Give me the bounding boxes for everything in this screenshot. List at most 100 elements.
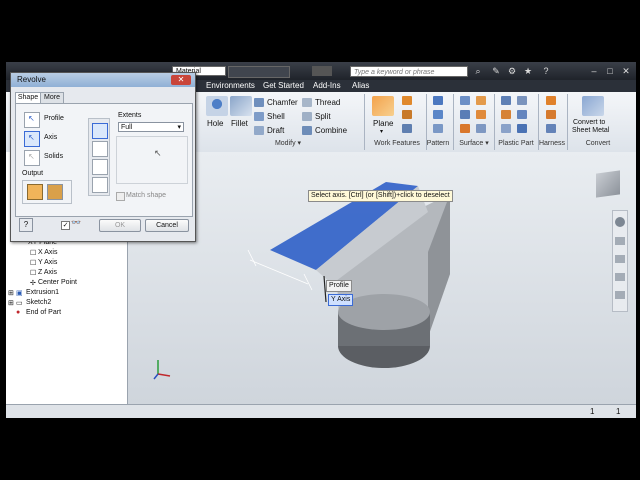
tab-get-started[interactable]: Get Started (263, 80, 304, 92)
profile-label: Profile (44, 115, 64, 122)
join-icon[interactable] (92, 123, 108, 139)
point-tool-icon[interactable] (402, 110, 412, 119)
fillet-button[interactable]: Fillet (231, 119, 248, 128)
split-button[interactable]: Split (315, 112, 331, 121)
group-work-features: Work Features (374, 140, 420, 147)
tab-add-ins[interactable]: Add-Ins (313, 80, 341, 92)
maximize-icon[interactable]: □ (604, 66, 616, 76)
tab-more[interactable]: More (40, 92, 64, 103)
tree-item-z-axis[interactable]: Z Axis (38, 269, 57, 276)
draft-icon (254, 126, 264, 135)
point-tree-icon: ✢ (30, 280, 36, 287)
plane-tree-icon: ☐ (30, 250, 37, 257)
convert-label-2[interactable]: Sheet Metal (572, 127, 609, 134)
star-icon[interactable]: ★ (522, 66, 534, 76)
help-icon[interactable]: ? (19, 218, 33, 232)
stitch-icon[interactable] (476, 96, 486, 105)
patch-icon[interactable] (476, 110, 486, 119)
plane-button[interactable]: Plane (373, 119, 393, 128)
chamfer-button[interactable]: Chamfer (267, 98, 298, 107)
hole-button[interactable]: Hole (207, 119, 223, 128)
trim-icon[interactable] (460, 124, 470, 133)
fillet-icon[interactable] (230, 96, 252, 116)
tab-alias[interactable]: Alias (352, 80, 369, 92)
dialog-close-icon[interactable]: ✕ (171, 75, 191, 85)
dimension-line (303, 273, 313, 291)
boss-icon[interactable] (517, 96, 527, 105)
view-cube[interactable] (596, 170, 620, 198)
chevron-down-icon[interactable]: ▾ (380, 128, 383, 135)
tree-item-x-axis[interactable]: X Axis (38, 249, 57, 256)
pan-icon[interactable] (615, 237, 625, 245)
look-at-icon[interactable] (615, 291, 625, 299)
cut-icon[interactable] (92, 141, 108, 157)
ok-button[interactable]: OK (99, 219, 141, 232)
match-shape-checkbox[interactable] (116, 192, 125, 201)
output-group (22, 180, 72, 204)
tree-item-extrusion1[interactable]: Extrusion1 (26, 289, 59, 296)
mirror-icon[interactable] (433, 124, 443, 133)
sheet-metal-icon[interactable] (582, 96, 604, 116)
ucs-tool-icon[interactable] (402, 124, 412, 133)
combine-button[interactable]: Combine (315, 126, 347, 135)
extents-select[interactable]: Full ▾ (118, 122, 184, 132)
solids-select-icon[interactable]: ↖ (24, 150, 40, 166)
rest-icon[interactable] (501, 110, 511, 119)
grill-icon[interactable] (501, 96, 511, 105)
snap-fit-icon[interactable] (517, 110, 527, 119)
new-solid-icon[interactable] (92, 177, 108, 193)
surface-output-icon[interactable] (47, 184, 63, 200)
minimize-icon[interactable]: – (588, 66, 600, 76)
shell-button[interactable]: Shell (267, 112, 285, 121)
tree-item-sketch2[interactable]: Sketch2 (26, 299, 51, 306)
axis-tool-icon[interactable] (402, 96, 412, 105)
zoom-icon[interactable] (615, 255, 625, 263)
plane-icon[interactable] (372, 96, 394, 116)
emboss-icon[interactable] (546, 124, 556, 133)
subscription-icon[interactable]: ⚙ (506, 66, 518, 76)
comm-center-icon[interactable]: ✎ (490, 66, 502, 76)
solid-output-icon[interactable] (27, 184, 43, 200)
extend-icon[interactable] (476, 124, 486, 133)
axis-select-icon[interactable]: ↖ (24, 131, 40, 147)
harness-props-icon[interactable] (546, 110, 556, 119)
orbit-icon[interactable] (615, 273, 625, 281)
steering-wheel-icon[interactable] (615, 217, 625, 227)
sculpt-icon[interactable] (460, 110, 470, 119)
tab-environments[interactable]: Environments (206, 80, 255, 92)
binoculars-icon[interactable]: ⌕ (472, 66, 484, 76)
cancel-button[interactable]: Cancel (145, 219, 189, 232)
profile-tag: Profile (326, 280, 352, 292)
draft-button[interactable]: Draft (267, 126, 284, 135)
graphics-viewport[interactable]: Select axis. [Ctrl] (or [Shift])+click t… (128, 152, 636, 404)
hole-icon[interactable] (206, 96, 228, 116)
lip-icon[interactable] (517, 124, 527, 133)
dimension-line (249, 259, 309, 285)
search-input[interactable]: Type a keyword or phrase (350, 66, 468, 77)
tree-item-center-point[interactable]: Center Point (38, 279, 77, 286)
axis-tree-icon: ☐ (30, 260, 37, 267)
help-icon[interactable]: ? (540, 66, 552, 76)
appearance-dropdown[interactable] (228, 66, 290, 78)
expand-icon[interactable]: ⊞ (8, 299, 14, 307)
preview-checkbox[interactable]: ✓ (61, 221, 70, 230)
match-shape-label: Match shape (126, 192, 167, 199)
rule-fillet-icon[interactable] (501, 124, 511, 133)
tree-item-end-of-part[interactable]: End of Part (26, 309, 61, 316)
rect-pattern-icon[interactable] (433, 96, 443, 105)
thread-button[interactable]: Thread (315, 98, 340, 107)
expand-icon[interactable]: ⊞ (8, 289, 14, 297)
close-icon[interactable]: ✕ (620, 66, 632, 76)
convert-label-1[interactable]: Convert to (573, 119, 605, 126)
thicken-icon[interactable] (460, 96, 470, 105)
tree-item-y-axis[interactable]: Y Axis (38, 259, 57, 266)
harness-icon[interactable] (546, 96, 556, 105)
chamfer-icon (254, 98, 264, 107)
circ-pattern-icon[interactable] (433, 110, 443, 119)
intersect-icon[interactable] (92, 159, 108, 175)
shape-panel: ↖ Profile ↖ Axis ↖ Solids Output Extents… (15, 103, 193, 217)
dialog-title-bar[interactable]: Revolve ✕ (11, 73, 195, 87)
tab-shape[interactable]: Shape (15, 92, 41, 103)
profile-select-icon[interactable]: ↖ (24, 112, 40, 128)
shell-icon (254, 112, 264, 121)
